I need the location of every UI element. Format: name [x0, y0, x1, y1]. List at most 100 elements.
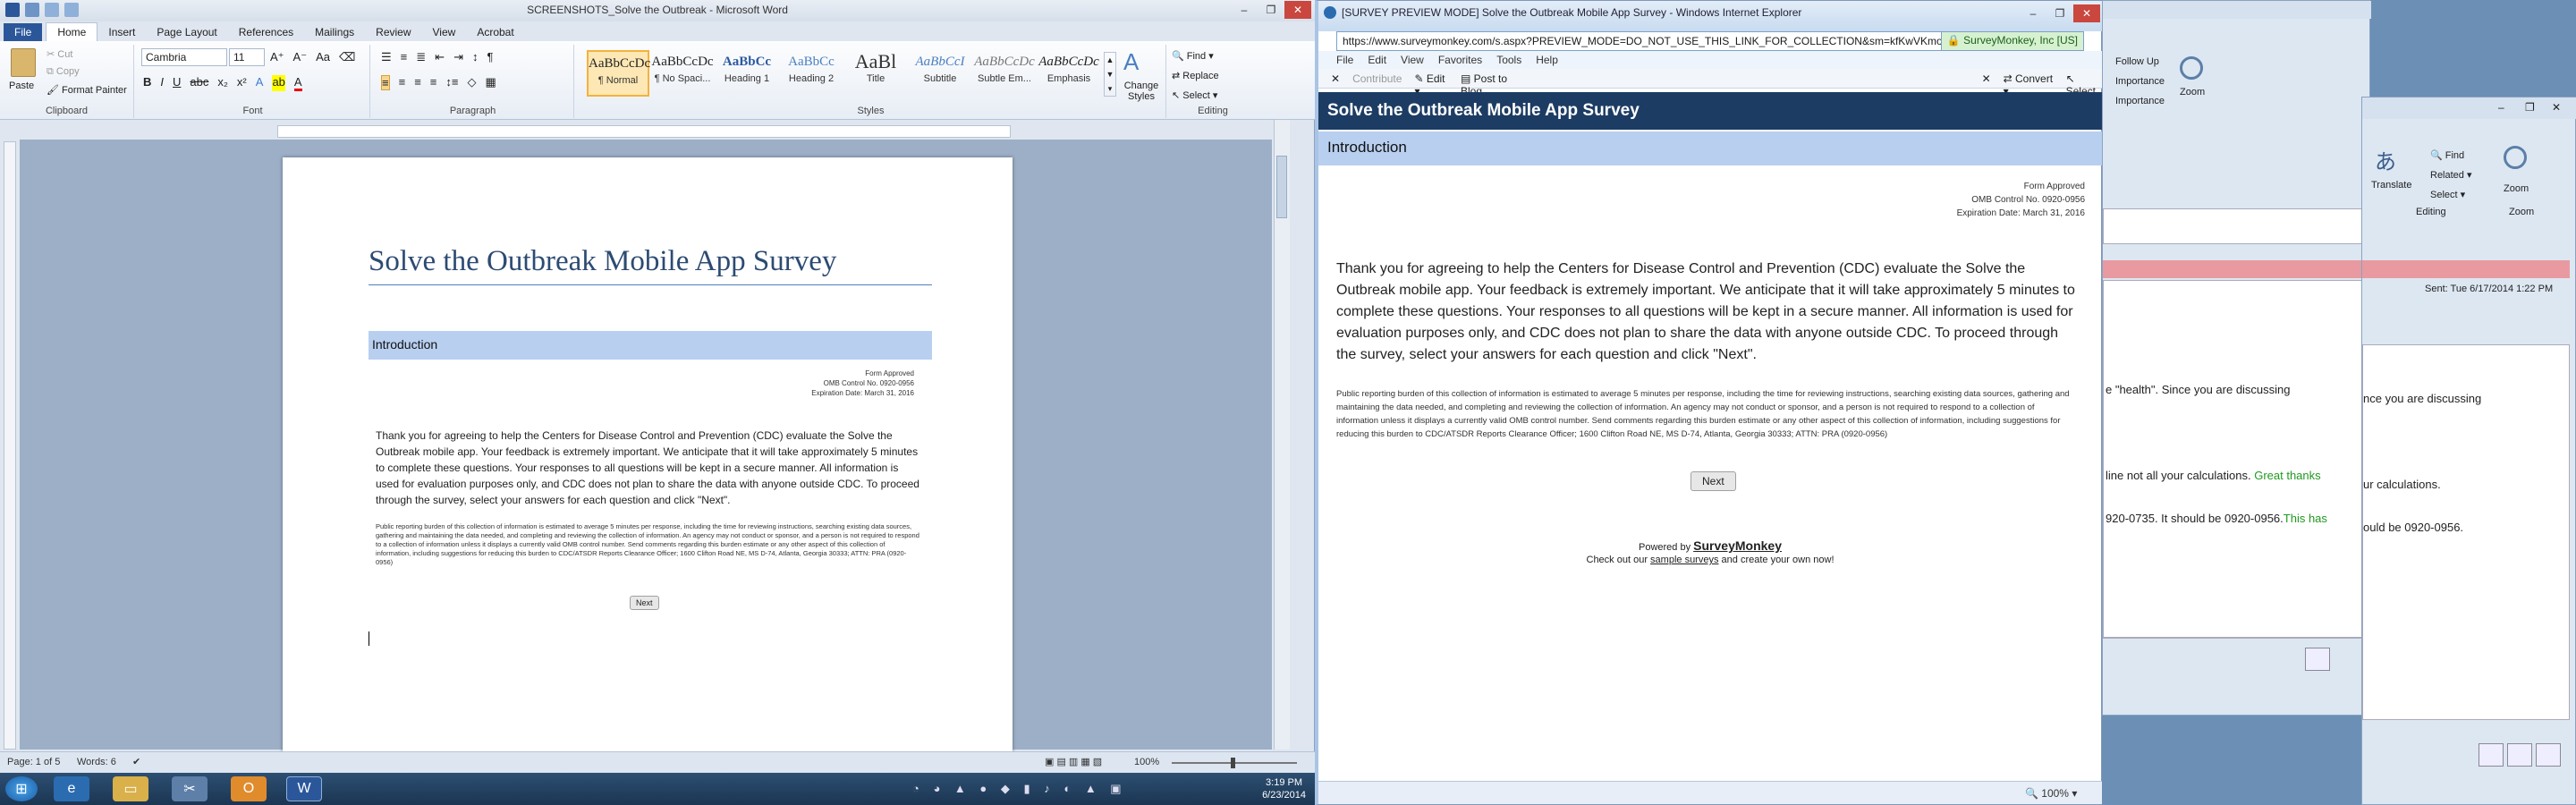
highlight-icon[interactable]: ab: [272, 75, 285, 91]
numbering-icon[interactable]: ≡: [401, 50, 408, 64]
menu-help[interactable]: Help: [1536, 54, 1558, 69]
borders-icon[interactable]: ▦: [485, 75, 496, 90]
contact-card-icon[interactable]: [2305, 648, 2330, 671]
line-spacing-icon[interactable]: ↕≡: [445, 75, 458, 90]
importance-high-button[interactable]: Importance: [2115, 76, 2165, 87]
tab-file[interactable]: File: [4, 23, 43, 41]
subscript-icon[interactable]: x₂: [217, 75, 228, 91]
proofing-icon[interactable]: ✔: [132, 756, 140, 767]
menu-favorites[interactable]: Favorites: [1438, 54, 1482, 69]
close-button[interactable]: ✕: [1284, 1, 1311, 19]
tab-references[interactable]: References: [228, 23, 304, 41]
zoom-icon[interactable]: [2180, 56, 2203, 80]
restore-button[interactable]: ❐: [2525, 101, 2535, 114]
file-explorer-icon[interactable]: ▭: [113, 776, 148, 801]
copy-button[interactable]: ⧉ Copy: [47, 66, 80, 78]
address-bar[interactable]: https://www.surveymonkey.com/s.aspx?PREV…: [1336, 31, 2084, 51]
address-url[interactable]: https://www.surveymonkey.com/s.aspx?PREV…: [1343, 35, 1968, 47]
tab-page-layout[interactable]: Page Layout: [146, 23, 227, 41]
related-button[interactable]: Related ▾: [2430, 169, 2472, 181]
decrease-indent-icon[interactable]: ⇤: [435, 50, 445, 64]
style-title[interactable]: AaBl Title: [844, 50, 907, 97]
zoom-level[interactable]: 100%: [1134, 757, 1159, 767]
show-marks-icon[interactable]: ¶: [487, 50, 493, 64]
snipping-tool-icon[interactable]: ✂: [172, 776, 208, 801]
close-toolbar-icon[interactable]: ✕: [1982, 72, 1991, 88]
style-emphasis[interactable]: AaBbCcDc Emphasis: [1038, 50, 1100, 97]
zoom-slider[interactable]: [1172, 758, 1297, 768]
style-subtitle[interactable]: AaBbCcI Subtitle: [909, 50, 971, 97]
vertical-scrollbar[interactable]: [1274, 120, 1290, 750]
shrink-font-icon[interactable]: A⁻: [293, 50, 308, 64]
underline-icon[interactable]: U: [173, 75, 181, 91]
contact-card-icon[interactable]: [2536, 743, 2561, 767]
change-case-icon[interactable]: Aa: [316, 50, 330, 64]
select-button[interactable]: ↖ Select ▾: [1172, 89, 1217, 101]
style-subtle-emphasis[interactable]: AaBbCcDc Subtle Em...: [973, 50, 1036, 97]
font-name-select[interactable]: Cambria: [141, 48, 227, 66]
translate-icon[interactable]: あ: [2375, 144, 2396, 175]
close-button[interactable]: ✕: [2552, 101, 2561, 114]
align-right-icon[interactable]: ≡: [414, 75, 421, 90]
menu-edit[interactable]: Edit: [1368, 54, 1386, 69]
zoom-slider-thumb[interactable]: [1231, 758, 1235, 768]
multilevel-icon[interactable]: ≣: [416, 50, 426, 64]
word-taskbar-icon[interactable]: W: [286, 776, 322, 801]
restore-button[interactable]: ❐: [1258, 1, 1284, 19]
post-to-blog-button[interactable]: ▤ Post to Blog: [1461, 72, 1522, 97]
tab-mailings[interactable]: Mailings: [304, 23, 365, 41]
menu-tools[interactable]: Tools: [1496, 54, 1521, 69]
tab-home[interactable]: Home: [46, 22, 98, 41]
ie-zoom[interactable]: 🔍 100% ▾: [2025, 787, 2077, 800]
certificate-badge[interactable]: 🔒 SurveyMonkey, Inc [US]: [1940, 32, 2083, 50]
styles-more-arrow-icon[interactable]: ▲ ▼ ▾: [1104, 52, 1116, 97]
bullets-icon[interactable]: ☰: [381, 50, 392, 64]
italic-icon[interactable]: I: [160, 75, 164, 91]
shading-icon[interactable]: ◇: [467, 75, 476, 90]
clock[interactable]: 3:19 PM 6/23/2014: [1262, 776, 1306, 801]
convert-button[interactable]: ⇄ Convert ▾: [2004, 72, 2054, 97]
menu-view[interactable]: View: [1401, 54, 1424, 69]
paste-button[interactable]: Paste: [9, 80, 34, 91]
tab-insert[interactable]: Insert: [97, 23, 146, 41]
word-count[interactable]: Words: 6: [77, 757, 116, 767]
start-button-icon[interactable]: ⊞: [5, 776, 38, 801]
horizontal-ruler[interactable]: [277, 125, 1011, 138]
tab-acrobat[interactable]: Acrobat: [466, 23, 524, 41]
next-button[interactable]: Next: [1690, 471, 1736, 491]
page-count[interactable]: Page: 1 of 5: [7, 757, 60, 767]
sample-surveys-link[interactable]: sample surveys: [1650, 555, 1718, 565]
importance-low-button[interactable]: Importance: [2115, 96, 2165, 106]
contact-card-icon[interactable]: [2507, 743, 2532, 767]
replace-button[interactable]: ⇄ Replace: [1172, 70, 1219, 81]
view-buttons[interactable]: ▣ ▤ ▥ ▦ ▧: [1045, 756, 1102, 767]
select-button[interactable]: ↖ Select: [2066, 72, 2102, 97]
surveymonkey-logo[interactable]: SurveyMonkey: [1693, 538, 1782, 553]
document-page[interactable]: Solve the Outbreak Mobile App Survey Int…: [283, 157, 1013, 775]
font-color-icon[interactable]: A: [293, 75, 302, 91]
align-left-icon[interactable]: ≡: [381, 75, 390, 90]
text-effects-icon[interactable]: A: [256, 75, 264, 91]
contribute-button[interactable]: Contribute: [1352, 72, 1402, 88]
justify-icon[interactable]: ≡: [430, 75, 437, 90]
format-painter-button[interactable]: 🖌 Format Painter: [47, 84, 127, 96]
paste-icon[interactable]: [11, 48, 36, 77]
style-no-spacing[interactable]: AaBbCcDc ¶ No Spaci...: [651, 50, 714, 97]
bold-icon[interactable]: B: [143, 75, 151, 91]
superscript-icon[interactable]: x²: [237, 75, 247, 91]
find-button[interactable]: 🔍 Find ▾: [1172, 50, 1214, 62]
tab-view[interactable]: View: [422, 23, 467, 41]
internet-explorer-icon[interactable]: e: [54, 776, 89, 801]
contact-card-icon[interactable]: [2479, 743, 2504, 767]
cut-button[interactable]: ✂ Cut: [47, 48, 72, 60]
find-button[interactable]: 🔍 Find: [2430, 149, 2464, 161]
close-toolbar-icon[interactable]: ✕: [1331, 72, 1340, 88]
vertical-ruler[interactable]: [4, 141, 16, 750]
grow-font-icon[interactable]: A⁺: [270, 50, 284, 64]
strike-icon[interactable]: abc: [190, 75, 208, 91]
sort-icon[interactable]: ↕: [472, 50, 479, 64]
follow-up-button[interactable]: Follow Up: [2115, 56, 2159, 67]
tab-review[interactable]: Review: [365, 23, 421, 41]
select-button[interactable]: Select ▾: [2430, 189, 2465, 200]
style-heading-2[interactable]: AaBbCc Heading 2: [780, 50, 843, 97]
